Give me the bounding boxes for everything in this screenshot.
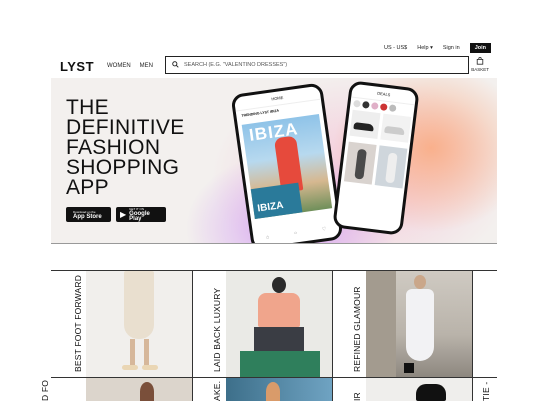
brand-circle xyxy=(361,100,370,109)
grid-divider xyxy=(472,270,473,401)
nav-men[interactable]: MEN xyxy=(140,63,153,69)
model-image xyxy=(343,141,377,185)
model-image xyxy=(374,145,408,189)
app-store-button[interactable]: Download on the App Store xyxy=(66,207,111,222)
app-store-label: App Store xyxy=(73,213,102,220)
home-icon: ⌂ xyxy=(265,234,270,241)
tile-image[interactable] xyxy=(86,378,192,401)
heart-icon: ♡ xyxy=(321,226,327,233)
tile-image-glamour[interactable] xyxy=(366,271,472,377)
search-placeholder: SEARCH (E.G. "VALENTINO DRESSES") xyxy=(184,62,288,68)
tile-image-cardigan[interactable] xyxy=(226,271,332,377)
brand-circle xyxy=(388,104,397,113)
grid-divider xyxy=(332,270,333,401)
leg-figure xyxy=(130,339,135,367)
skirt-figure xyxy=(124,271,154,339)
face-figure xyxy=(140,382,154,401)
model-figure xyxy=(385,152,398,184)
search-input[interactable]: SEARCH (E.G. "VALENTINO DRESSES") xyxy=(165,56,469,74)
tile-label[interactable]: TIE - xyxy=(481,380,497,401)
bag-figure xyxy=(416,384,446,401)
signin-link[interactable]: Sign in xyxy=(443,45,460,51)
main-nav: WOMEN MEN xyxy=(107,63,153,69)
google-play-button[interactable]: ▶ GET IT ON Google Play xyxy=(116,207,166,222)
tile-label[interactable]: D FOR xyxy=(40,380,56,401)
head-figure xyxy=(272,277,286,293)
region-selector[interactable]: US - US$ xyxy=(384,45,407,51)
sneaker-shape xyxy=(384,125,405,136)
nav-women[interactable]: WOMEN xyxy=(107,63,131,69)
hero-banner[interactable]: THE DEFINITIVE FASHION SHOPPING APP Down… xyxy=(51,78,497,244)
grid-divider xyxy=(192,270,193,401)
play-icon: ▶ xyxy=(120,210,127,219)
sneaker-image xyxy=(380,113,412,143)
chair-figure xyxy=(240,351,320,377)
search-icon xyxy=(172,60,179,70)
shoe-figure xyxy=(142,365,158,370)
brand-circle xyxy=(370,102,379,110)
join-button[interactable]: Join xyxy=(469,43,491,53)
utility-bar: US - US$ Help ▾ Sign in Join xyxy=(384,43,491,53)
brand-circle xyxy=(353,99,361,108)
hero-title-line: APP xyxy=(66,176,109,199)
head-figure xyxy=(414,275,426,289)
shoe-image xyxy=(349,109,381,140)
tile-image-shoes[interactable] xyxy=(86,271,192,377)
trousers-figure xyxy=(254,327,304,353)
cardigan-figure xyxy=(258,293,300,327)
phone-mockup-home: HOME TRENDING LYST IBIZA IBIZA IBIZA ⌂ ○ ♡ xyxy=(230,82,344,243)
basket-button[interactable]: BASKET xyxy=(471,57,489,72)
tile-image[interactable] xyxy=(226,378,332,401)
ibiza-image: IBIZA IBIZA xyxy=(241,114,333,219)
bag-icon xyxy=(476,57,484,66)
building-figure xyxy=(366,271,396,377)
shoe-shape xyxy=(353,122,375,132)
leg-figure xyxy=(144,339,149,367)
help-label: Help xyxy=(417,45,429,51)
lyst-logo[interactable]: LYST xyxy=(60,59,105,74)
face-figure xyxy=(266,382,280,401)
main-header: LYST WOMEN MEN SEARCH (E.G. "VALENTINO D… xyxy=(60,55,497,77)
model-figure xyxy=(354,148,367,180)
shoe-figure xyxy=(122,365,138,370)
phone-tab-bar: ⌂ ○ ♡ xyxy=(253,224,339,242)
google-play-label: Google Play xyxy=(129,211,150,222)
brand-circle xyxy=(379,103,388,111)
hero-title: THE DEFINITIVE FASHION SHOPPING APP xyxy=(66,97,185,199)
heel-figure xyxy=(404,363,414,373)
basket-label: BASKET xyxy=(471,67,489,72)
phone-mockup-deals: DEALS xyxy=(332,80,420,236)
search-icon: ○ xyxy=(293,230,298,237)
help-link[interactable]: Help ▾ xyxy=(417,45,433,51)
tile-image[interactable] xyxy=(366,378,472,401)
white-dress-figure xyxy=(406,289,434,361)
